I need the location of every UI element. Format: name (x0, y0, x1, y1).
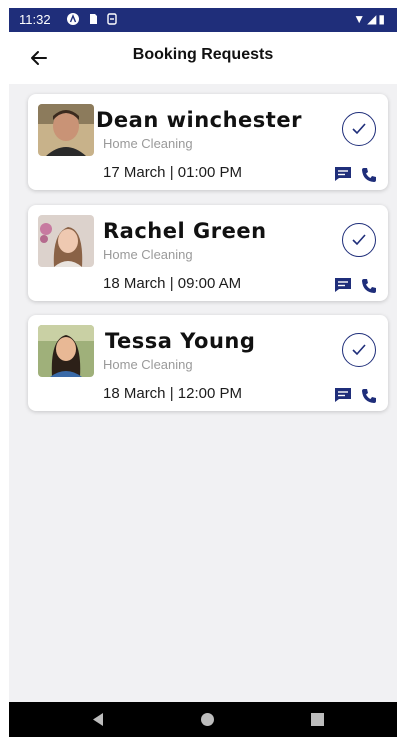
status-bar: 11:32 ▼◢▮ (9, 8, 397, 32)
check-icon (352, 234, 366, 246)
app-bar: Booking Requests (9, 32, 397, 84)
sim-card-icon (90, 14, 97, 24)
chat-icon[interactable] (334, 166, 352, 182)
phone-icon[interactable] (360, 166, 378, 184)
chat-icon[interactable] (334, 387, 352, 403)
service-type: Home Cleaning (103, 136, 193, 151)
service-type: Home Cleaning (103, 247, 193, 262)
notification-a-icon (67, 13, 79, 25)
status-right-icons: ▼◢▮ (353, 12, 387, 26)
accept-button[interactable] (342, 112, 376, 146)
customer-name: Rachel Green (103, 219, 267, 243)
avatar (38, 104, 94, 156)
avatar (38, 215, 94, 267)
customer-name: Dean winchester (96, 108, 302, 132)
nav-back-icon[interactable] (91, 712, 105, 727)
system-nav-bar (9, 702, 397, 737)
chat-icon[interactable] (334, 277, 352, 293)
nav-recents-icon[interactable] (311, 713, 324, 726)
storage-icon (107, 13, 117, 25)
service-type: Home Cleaning (103, 357, 193, 372)
accept-button[interactable] (342, 223, 376, 257)
phone-icon[interactable] (360, 277, 378, 295)
app-screen: 11:32 ▼◢▮ Booking Requests Dean winchest… (9, 8, 397, 737)
nav-home-icon[interactable] (201, 713, 214, 726)
booking-card[interactable]: Tessa Young Home Cleaning 18 March | 12:… (28, 315, 388, 411)
accept-button[interactable] (342, 333, 376, 367)
booking-card[interactable]: Dean winchester Home Cleaning 17 March |… (28, 94, 388, 190)
avatar (38, 325, 94, 377)
booking-datetime: 17 March | 01:00 PM (103, 164, 242, 181)
check-icon (352, 344, 366, 356)
booking-card[interactable]: Rachel Green Home Cleaning 18 March | 09… (28, 205, 388, 301)
page-title: Booking Requests (132, 46, 274, 63)
booking-datetime: 18 March | 09:00 AM (103, 275, 242, 292)
check-icon (352, 123, 366, 135)
phone-icon[interactable] (360, 387, 378, 405)
customer-name: Tessa Young (105, 329, 256, 353)
booking-datetime: 18 March | 12:00 PM (103, 385, 242, 402)
status-time: 11:32 (19, 12, 51, 27)
